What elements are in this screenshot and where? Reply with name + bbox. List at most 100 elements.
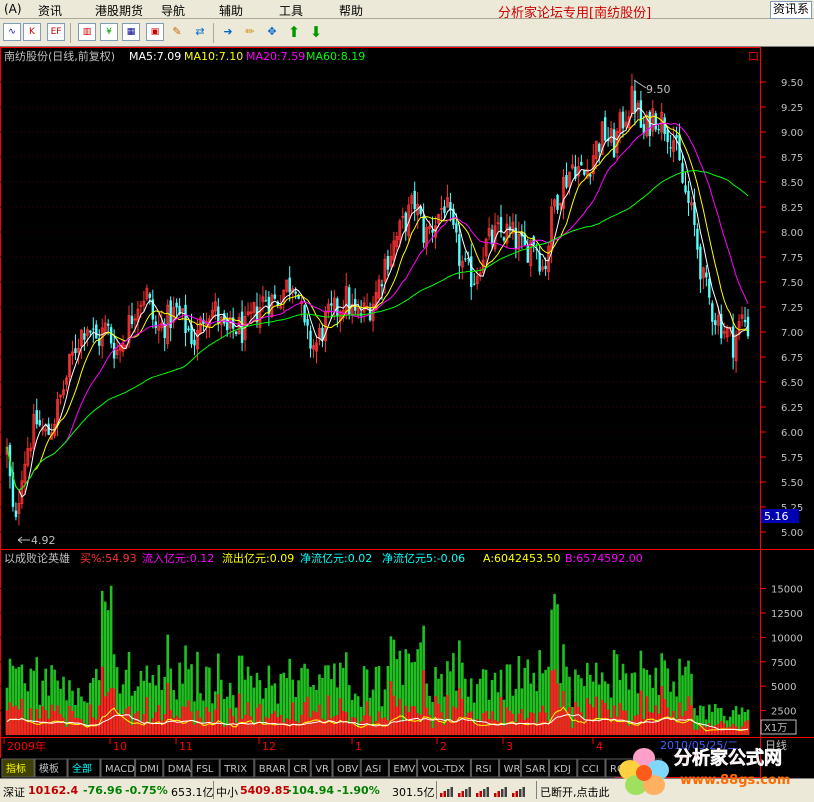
volume-bar-buy (425, 707, 428, 735)
volume-bar-buy (68, 705, 71, 735)
volume-bar-buy (571, 727, 574, 735)
volume-bar-buy (261, 723, 265, 735)
sz-index-value: 10162.4 (28, 784, 79, 797)
tab-label[interactable]: 指标 (6, 762, 26, 775)
volume-bar-buy (181, 706, 184, 735)
candle-body-down (514, 227, 518, 249)
menu-assist[interactable]: 辅助 (219, 2, 243, 19)
candle-body-down (422, 215, 425, 243)
tab-label[interactable]: VR (315, 764, 329, 775)
menu-navigate[interactable]: 导航 (161, 2, 185, 19)
volume-bar-buy (466, 712, 470, 735)
volume-bar-buy (38, 718, 42, 735)
tab-label[interactable]: MACD (105, 764, 135, 775)
price-tick-label: 5.50 (781, 478, 803, 489)
news-system-button[interactable]: 资讯系 (769, 1, 812, 19)
tab-label[interactable]: OBV (337, 764, 358, 775)
tab-label[interactable]: 全部 (72, 762, 92, 775)
price-tick-label: 5.75 (781, 453, 803, 464)
menu-a[interactable]: (A) (4, 2, 22, 16)
volume-bar-buy (443, 724, 446, 735)
candle-body-down (455, 223, 458, 233)
volume-bar-buy (562, 691, 565, 735)
k-icon[interactable]: K (23, 23, 41, 41)
volume-bar-buy (380, 718, 384, 735)
tab-label[interactable]: SAR (525, 764, 545, 775)
arrow-up-icon[interactable]: ⬆ (285, 23, 303, 41)
volume-bar-buy (687, 696, 690, 735)
move-icon[interactable]: ✥ (263, 23, 281, 41)
tab-label[interactable]: VOL-TDX (422, 764, 465, 775)
calc-icon[interactable]: ▦ (122, 23, 140, 41)
tab-label[interactable]: ASI (365, 764, 381, 775)
rmb-icon[interactable]: ¥ (100, 23, 118, 41)
tab-label[interactable]: TRIX (223, 764, 247, 775)
logo-text: 分析家公式网 (674, 747, 782, 769)
volume-bar-buy (696, 729, 699, 735)
volume-bar-buy (392, 695, 396, 735)
volume-bar-buy (362, 715, 366, 735)
menu-hk-futures[interactable]: 港股期货 (95, 2, 143, 19)
volume-bar-buy (169, 710, 172, 735)
volume-bar-buy (407, 711, 411, 735)
k2-icon[interactable]: ▥ (78, 23, 96, 41)
tab-label[interactable]: KDJ (554, 764, 571, 775)
tab-label[interactable]: CR (293, 764, 307, 775)
tab-label[interactable]: WR (504, 764, 521, 775)
net-flow5-label: 净流亿元5:-0.06 (382, 551, 465, 565)
price-tick-label: 7.50 (781, 278, 803, 289)
candle-body-down (458, 234, 461, 266)
volume-bar-buy (17, 709, 21, 735)
menu-help[interactable]: 帮助 (339, 2, 363, 19)
volume-bar-buy (166, 683, 169, 735)
volume-bar-buy (645, 696, 649, 735)
pencil-icon[interactable]: ✏ (241, 23, 259, 41)
candle-body-down (633, 90, 637, 112)
tab-label[interactable]: DMA (168, 764, 191, 775)
volume-bar-buy (693, 729, 696, 735)
chart-icon[interactable]: ∿ (3, 23, 21, 41)
connection-status[interactable]: 已断开,点击此 (540, 784, 610, 800)
volume-bar-buy (520, 709, 524, 735)
stock-chart[interactable]: 南纺股份(日线,前复权) MA5:7.09 MA10:7.10 MA20:7.5… (0, 47, 814, 778)
menu-tools[interactable]: 工具 (279, 2, 303, 19)
maximize-icon[interactable]: 口 (748, 50, 759, 63)
wand-icon[interactable]: ✎ (168, 23, 186, 41)
volume-bar-buy (237, 693, 241, 735)
volume-bar-buy (199, 717, 202, 735)
signal-bar (450, 787, 453, 797)
zx-index-pct: -1.90% (337, 784, 380, 797)
candle-body-down (699, 246, 702, 280)
volume-bar-buy (163, 714, 167, 735)
tab-label[interactable]: 模板 (39, 762, 59, 775)
volume-bar-buy (285, 718, 289, 735)
ma5-label: MA5:7.09 (129, 50, 181, 63)
volume-bar-buy (472, 722, 476, 735)
volume-bar-buy (23, 718, 27, 735)
volume-bar-buy (97, 705, 101, 735)
tab-label[interactable]: DMI (140, 764, 159, 775)
volume-bar-buy (728, 726, 732, 735)
menu-news[interactable]: 资讯 (38, 2, 62, 19)
arrow-down-icon[interactable]: ⬇ (307, 23, 325, 41)
volume-bar-buy (624, 710, 628, 735)
tab-label[interactable]: FSL (196, 764, 214, 775)
candle-body-down (273, 294, 277, 299)
price-tick-label: 9.25 (781, 103, 803, 114)
volume-bar-buy (267, 718, 271, 735)
volume-bar-buy (550, 670, 553, 735)
candle-body-down (154, 321, 157, 328)
tool-icon[interactable]: ▣ (146, 23, 164, 41)
volume-bar-buy (151, 718, 155, 735)
volume-bar-buy (511, 713, 515, 735)
tab-label[interactable]: BRAR (259, 764, 286, 775)
volume-bar-buy (478, 721, 482, 735)
tab-label[interactable]: RSI (475, 764, 491, 775)
volume-bar-buy (526, 717, 530, 735)
volume-bar-buy (431, 727, 434, 735)
export-icon[interactable]: ⇄ (191, 23, 209, 41)
tz-icon[interactable]: EF (47, 23, 65, 41)
tab-label[interactable]: EMV (393, 764, 415, 775)
export-arrow-icon[interactable]: ➜ (219, 23, 237, 41)
tab-label[interactable]: CCI (582, 764, 599, 775)
